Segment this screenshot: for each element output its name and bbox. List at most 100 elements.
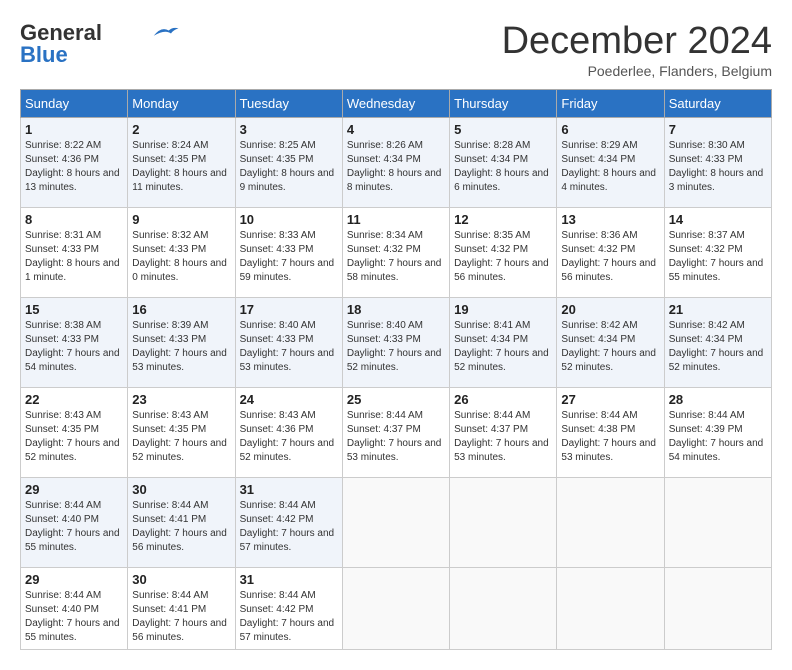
header-saturday: Saturday <box>664 90 771 118</box>
day-number: 17 <box>240 302 338 317</box>
day-info: Sunrise: 8:37 AMSunset: 4:32 PMDaylight:… <box>669 229 767 285</box>
table-row: 26Sunrise: 8:44 AMSunset: 4:37 PMDayligh… <box>450 388 557 478</box>
header-monday: Monday <box>128 90 235 118</box>
day-number: 5 <box>454 122 552 137</box>
day-number: 14 <box>669 212 767 227</box>
day-number: 7 <box>669 122 767 137</box>
day-number: 18 <box>347 302 445 317</box>
day-number: 13 <box>561 212 659 227</box>
day-number: 4 <box>347 122 445 137</box>
day-number: 27 <box>561 392 659 407</box>
day-number: 31 <box>240 482 338 497</box>
day-number: 8 <box>25 212 123 227</box>
day-info: Sunrise: 8:41 AMSunset: 4:34 PMDaylight:… <box>454 319 552 375</box>
logo-bird-icon <box>150 23 180 41</box>
table-row: 6Sunrise: 8:29 AMSunset: 4:34 PMDaylight… <box>557 118 664 208</box>
table-row: 31Sunrise: 8:44 AMSunset: 4:42 PMDayligh… <box>235 568 342 650</box>
day-info: Sunrise: 8:44 AMSunset: 4:40 PMDaylight:… <box>25 589 123 645</box>
table-row: 27 Sunrise: 8:44 AMSunset: 4:38 PMDayligh… <box>557 388 664 478</box>
day-number: 30 <box>132 572 230 587</box>
table-row <box>557 478 664 568</box>
table-row: 24Sunrise: 8:43 AMSunset: 4:36 PMDayligh… <box>235 388 342 478</box>
table-row: 18Sunrise: 8:40 AMSunset: 4:33 PMDayligh… <box>342 298 449 388</box>
calendar-header-row: Sunday Monday Tuesday Wednesday Thursday… <box>21 90 772 118</box>
table-row <box>557 568 664 650</box>
table-row: 1 Sunrise: 8:22 AMSunset: 4:36 PMDaylight… <box>21 118 128 208</box>
day-info: Sunrise: 8:26 AMSunset: 4:34 PMDaylight:… <box>347 139 445 195</box>
day-info: Sunrise: 8:24 AMSunset: 4:35 PMDaylight:… <box>132 139 230 195</box>
table-row: 31 Sunrise: 8:44 AMSunset: 4:42 PMDayligh… <box>235 478 342 568</box>
table-row: 8 Sunrise: 8:31 AMSunset: 4:33 PMDaylight… <box>21 208 128 298</box>
day-info: Sunrise: 8:44 AMSunset: 4:40 PMDaylight:… <box>25 499 123 555</box>
table-row: 20Sunrise: 8:42 AMSunset: 4:34 PMDayligh… <box>557 298 664 388</box>
calendar-week-1: 8 Sunrise: 8:31 AMSunset: 4:33 PMDaylight… <box>21 208 772 298</box>
day-number: 12 <box>454 212 552 227</box>
calendar-week-2: 15Sunrise: 8:38 AMSunset: 4:33 PMDayligh… <box>21 298 772 388</box>
table-row: 5 Sunrise: 8:28 AMSunset: 4:34 PMDaylight… <box>450 118 557 208</box>
day-info: Sunrise: 8:44 AMSunset: 4:39 PMDaylight:… <box>669 409 767 465</box>
table-row: 14 Sunrise: 8:37 AMSunset: 4:32 PMDayligh… <box>664 208 771 298</box>
table-row <box>664 478 771 568</box>
table-row: 30 Sunrise: 8:44 AMSunset: 4:41 PMDayligh… <box>128 568 235 650</box>
table-row: 30 Sunrise: 8:44 AMSunset: 4:41 PMDayligh… <box>128 478 235 568</box>
table-row <box>664 568 771 650</box>
table-row: 28Sunrise: 8:44 AMSunset: 4:39 PMDayligh… <box>664 388 771 478</box>
table-row: 3 Sunrise: 8:25 AMSunset: 4:35 PMDaylight… <box>235 118 342 208</box>
calendar-week-5: 29 Sunrise: 8:44 AMSunset: 4:40 PMDayligh… <box>21 568 772 650</box>
day-number: 3 <box>240 122 338 137</box>
logo: General Blue <box>20 20 180 68</box>
header-sunday: Sunday <box>21 90 128 118</box>
day-number: 16 <box>132 302 230 317</box>
table-row: 2Sunrise: 8:24 AMSunset: 4:35 PMDaylight… <box>128 118 235 208</box>
table-row: 10 Sunrise: 8:33 AMSunset: 4:33 PMDayligh… <box>235 208 342 298</box>
title-section: December 2024 Poederlee, Flanders, Belgi… <box>502 20 772 79</box>
day-number: 1 <box>25 122 123 137</box>
day-info: Sunrise: 8:43 AMSunset: 4:36 PMDaylight:… <box>240 409 338 465</box>
table-row: 29 Sunrise: 8:44 AMSunset: 4:40 PMDayligh… <box>21 568 128 650</box>
day-info: Sunrise: 8:43 AMSunset: 4:35 PMDaylight:… <box>25 409 123 465</box>
day-info: Sunrise: 8:44 AMSunset: 4:37 PMDaylight:… <box>454 409 552 465</box>
day-info: Sunrise: 8:36 AMSunset: 4:32 PMDaylight:… <box>561 229 659 285</box>
day-info: Sunrise: 8:42 AMSunset: 4:34 PMDaylight:… <box>561 319 659 375</box>
table-row: 25Sunrise: 8:44 AMSunset: 4:37 PMDayligh… <box>342 388 449 478</box>
day-info: Sunrise: 8:44 AMSunset: 4:42 PMDaylight:… <box>240 499 338 555</box>
day-info: Sunrise: 8:33 AMSunset: 4:33 PMDaylight:… <box>240 229 338 285</box>
day-info: Sunrise: 8:40 AMSunset: 4:33 PMDaylight:… <box>240 319 338 375</box>
day-info: Sunrise: 8:31 AMSunset: 4:33 PMDaylight:… <box>25 229 123 285</box>
day-number: 11 <box>347 212 445 227</box>
day-number: 6 <box>561 122 659 137</box>
table-row: 16Sunrise: 8:39 AMSunset: 4:33 PMDayligh… <box>128 298 235 388</box>
day-info: Sunrise: 8:44 AMSunset: 4:41 PMDaylight:… <box>132 589 230 645</box>
header-tuesday: Tuesday <box>235 90 342 118</box>
day-number: 29 <box>25 572 123 587</box>
table-row: 9Sunrise: 8:32 AMSunset: 4:33 PMDaylight… <box>128 208 235 298</box>
table-row <box>342 568 449 650</box>
day-info: Sunrise: 8:43 AMSunset: 4:35 PMDaylight:… <box>132 409 230 465</box>
day-info: Sunrise: 8:44 AMSunset: 4:37 PMDaylight:… <box>347 409 445 465</box>
table-row: 12Sunrise: 8:35 AMSunset: 4:32 PMDayligh… <box>450 208 557 298</box>
day-info: Sunrise: 8:28 AMSunset: 4:34 PMDaylight:… <box>454 139 552 195</box>
table-row: 21Sunrise: 8:42 AMSunset: 4:34 PMDayligh… <box>664 298 771 388</box>
month-title: December 2024 <box>502 20 772 63</box>
table-row: 29Sunrise: 8:44 AMSunset: 4:40 PMDayligh… <box>21 478 128 568</box>
day-info: Sunrise: 8:25 AMSunset: 4:35 PMDaylight:… <box>240 139 338 195</box>
table-row: 15Sunrise: 8:38 AMSunset: 4:33 PMDayligh… <box>21 298 128 388</box>
calendar-week-0: 1 Sunrise: 8:22 AMSunset: 4:36 PMDaylight… <box>21 118 772 208</box>
location-subtitle: Poederlee, Flanders, Belgium <box>502 63 772 79</box>
day-number: 23 <box>132 392 230 407</box>
day-info: Sunrise: 8:44 AMSunset: 4:41 PMDaylight:… <box>132 499 230 555</box>
header-friday: Friday <box>557 90 664 118</box>
calendar-table: Sunday Monday Tuesday Wednesday Thursday… <box>20 89 772 650</box>
day-info: Sunrise: 8:22 AMSunset: 4:36 PMDaylight:… <box>25 139 123 195</box>
day-number: 21 <box>669 302 767 317</box>
table-row: 13 Sunrise: 8:36 AMSunset: 4:32 PMDayligh… <box>557 208 664 298</box>
day-info: Sunrise: 8:44 AMSunset: 4:38 PMDaylight:… <box>561 409 659 465</box>
logo-blue: Blue <box>20 42 68 68</box>
calendar-week-3: 22Sunrise: 8:43 AMSunset: 4:35 PMDayligh… <box>21 388 772 478</box>
day-number: 10 <box>240 212 338 227</box>
table-row: 19Sunrise: 8:41 AMSunset: 4:34 PMDayligh… <box>450 298 557 388</box>
day-number: 30 <box>132 482 230 497</box>
table-row: 11Sunrise: 8:34 AMSunset: 4:32 PMDayligh… <box>342 208 449 298</box>
day-number: 15 <box>25 302 123 317</box>
header-wednesday: Wednesday <box>342 90 449 118</box>
